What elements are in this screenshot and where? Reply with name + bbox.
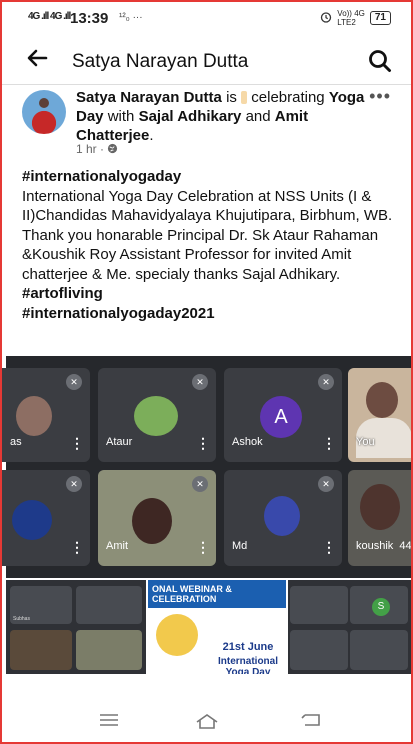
meeting-tile: ✕ as ⋮	[2, 368, 90, 462]
mic-off-icon: ✕	[192, 476, 208, 492]
celebrate-icon	[241, 91, 248, 104]
back-nav-icon[interactable]	[300, 712, 324, 732]
status-extras: ¹²₀ ···	[119, 12, 143, 23]
globe-icon	[107, 142, 118, 156]
meeting-screenshot-image[interactable]: ✕ as ⋮ ✕ Ataur ⋮ A ✕ Ashok ⋮ You ✕ ⋮ ✕ A…	[2, 356, 412, 578]
gallery-image-3[interactable]: S	[288, 580, 411, 674]
post-time[interactable]: 1 hr	[76, 142, 97, 156]
gallery-image-1[interactable]: Subhas	[6, 580, 146, 674]
celebrating-text: celebrating	[251, 89, 325, 106]
post-header: Satya Narayan Dutta is celebrating Yoga …	[76, 88, 366, 145]
poster-logo	[156, 614, 198, 656]
photo-gallery-row: Subhas ONAL WEBINAR & CELEBRATION 21st J…	[6, 580, 411, 674]
battery-indicator: 71	[369, 11, 391, 25]
meeting-tile: ✕ Ataur ⋮	[98, 368, 216, 462]
tile-menu-icon: ⋮	[196, 539, 210, 555]
post-meta: 1 hr ·	[76, 142, 118, 156]
gallery-image-poster[interactable]: ONAL WEBINAR & CELEBRATION 21st June Int…	[148, 580, 286, 674]
post-text-1: International Yoga Day Celebration at NS…	[22, 187, 393, 225]
more-options-icon[interactable]: •••	[369, 86, 391, 107]
recent-apps-icon[interactable]	[98, 712, 122, 732]
poster-date: 21st June	[222, 641, 274, 653]
tile-menu-icon: ⋮	[70, 539, 84, 555]
tile-name: koushik 44	[356, 540, 412, 552]
top-divider	[2, 84, 411, 85]
participant-initial: S	[372, 598, 390, 616]
meeting-tile: koushik 44	[348, 470, 412, 566]
and-text: and	[245, 108, 271, 125]
mic-off-icon: ✕	[66, 374, 82, 390]
meeting-tile: You	[348, 368, 411, 462]
network-label: Vo)) 4G	[337, 9, 365, 18]
poster-header: ONAL WEBINAR & CELEBRATION	[152, 584, 232, 604]
is-text: is	[226, 89, 237, 106]
network-sub-label: LTE2	[337, 18, 356, 27]
meeting-tile: ✕ ⋮	[2, 470, 90, 566]
top-bar: Satya Narayan Dutta	[2, 42, 411, 82]
tile-name: You	[356, 436, 375, 448]
tagged-user-1[interactable]: Sajal Adhikary	[139, 108, 242, 125]
post-body: #internationalyogaday International Yoga…	[22, 167, 402, 323]
tile-menu-icon: ⋮	[322, 539, 336, 555]
hashtag-internationalyogaday2021[interactable]: #internationalyogaday2021	[22, 304, 402, 324]
status-right: Vo)) 4G LTE2 71	[320, 9, 391, 27]
post-text-2: Thank you honarable Principal Dr. Sk Ata…	[22, 226, 379, 283]
status-bar: 4G .ıll 4G .ıll 13:39 ¹²₀ ··· Vo)) 4G LT…	[2, 2, 411, 36]
tile-menu-icon: ⋮	[322, 435, 336, 451]
status-time: 13:39	[70, 10, 109, 27]
back-arrow-icon[interactable]	[26, 47, 48, 73]
page-title: Satya Narayan Dutta	[72, 51, 249, 72]
tile-name: as	[10, 436, 22, 448]
tile-name: Amit	[106, 540, 128, 552]
mic-off-icon: ✕	[318, 476, 334, 492]
signal-indicator: 4G .ıll 4G .ıll	[28, 11, 71, 22]
author-avatar[interactable]	[22, 90, 66, 134]
mic-off-icon: ✕	[192, 374, 208, 390]
hashtag-artofliving[interactable]: #artofliving	[22, 284, 402, 304]
poster-event: International Yoga Day	[218, 656, 279, 674]
phone-frame: 4G .ıll 4G .ıll 13:39 ¹²₀ ··· Vo)) 4G LT…	[0, 0, 413, 744]
system-nav-bar	[2, 702, 411, 742]
alarm-icon	[320, 11, 332, 26]
search-icon[interactable]	[367, 48, 393, 74]
participant-initial: A	[260, 396, 302, 438]
meeting-tile: ✕ Md ⋮	[224, 470, 342, 566]
mic-off-icon: ✕	[66, 476, 82, 492]
author-name[interactable]: Satya Narayan Dutta	[76, 89, 222, 106]
meeting-tile: A ✕ Ashok ⋮	[224, 368, 342, 462]
tile-menu-icon: ⋮	[70, 435, 84, 451]
tile-name: Ataur	[106, 436, 133, 448]
tile-name: Md	[232, 540, 248, 552]
home-icon[interactable]	[195, 712, 219, 732]
tile-name: Ashok	[232, 436, 263, 448]
period: .	[149, 127, 154, 144]
mic-off-icon: ✕	[318, 374, 334, 390]
meeting-tile: ✕ Amit ⋮	[98, 470, 216, 566]
with-text: with	[107, 108, 135, 125]
tile-menu-icon: ⋮	[196, 435, 210, 451]
hashtag-internationalyogaday[interactable]: #internationalyogaday	[22, 167, 402, 187]
